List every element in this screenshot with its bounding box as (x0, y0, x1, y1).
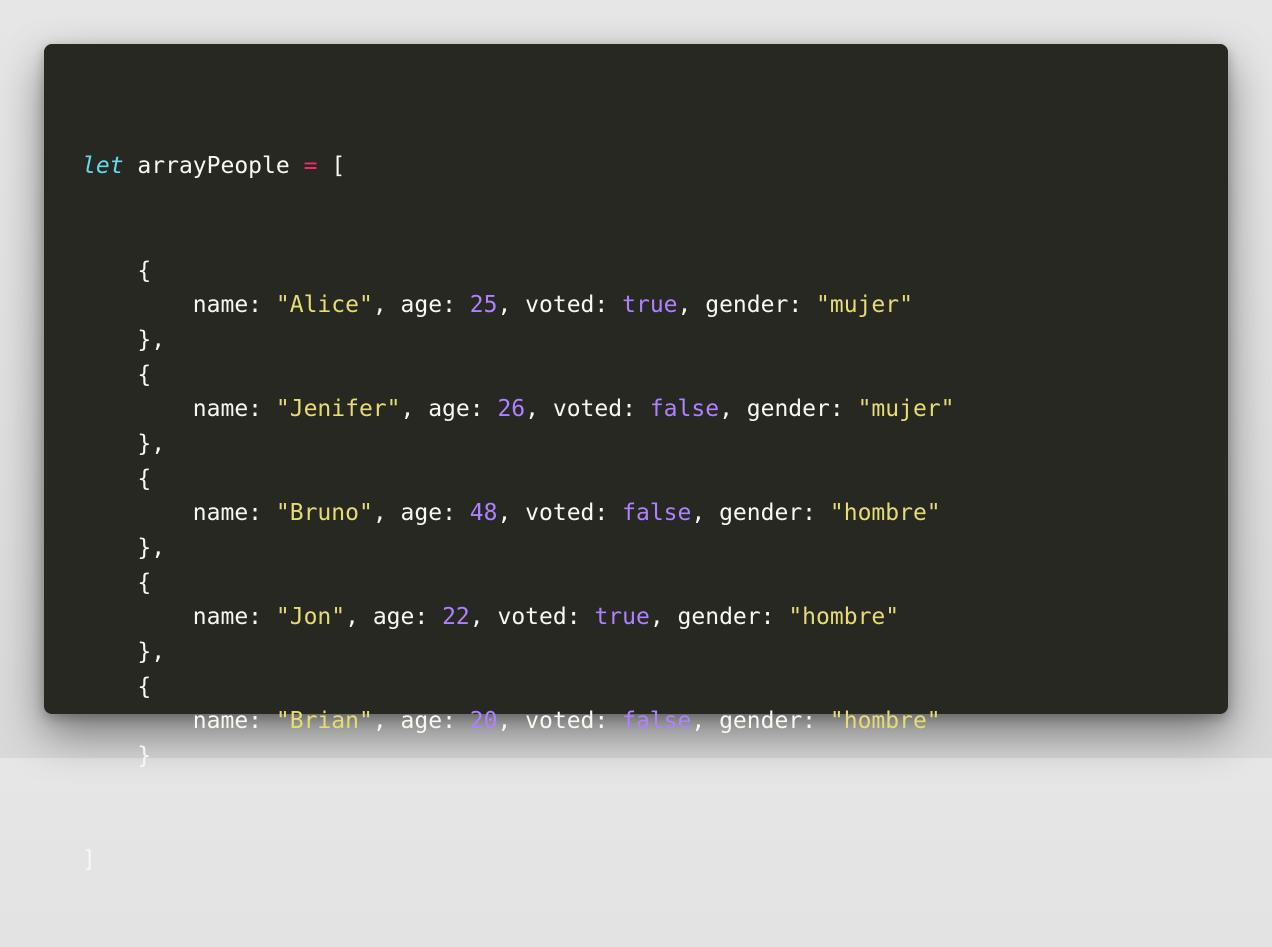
key-name: name (192, 292, 249, 319)
key-gender: gender (705, 292, 789, 319)
value-age: 48 (469, 500, 498, 527)
value-age: 22 (442, 604, 470, 631)
value-name: "Jenifer" (275, 396, 401, 423)
code-block: let arrayPeople = [ { name: "Alice", age… (82, 80, 1190, 947)
keyword-let: let (82, 153, 124, 180)
object-open-line: { (82, 566, 1190, 601)
key-age: age (428, 396, 470, 423)
value-gender: "mujer" (816, 292, 913, 319)
open-bracket: [ (331, 153, 346, 180)
object-open-line: { (82, 462, 1190, 497)
value-voted: false (622, 708, 692, 735)
close-bracket: ] (82, 847, 96, 874)
open-brace: { (137, 257, 152, 284)
code-snippet-window: let arrayPeople = [ { name: "Alice", age… (44, 44, 1228, 873)
object-close-line: }, (82, 635, 1190, 670)
value-age: 20 (469, 708, 498, 735)
close-brace: }, (137, 535, 166, 561)
people-list: { name: "Alice", age: 25, voted: true, g… (82, 254, 1190, 774)
object-close-line: }, (82, 427, 1190, 462)
object-properties-line: name: "Bruno", age: 48, voted: false, ge… (192, 500, 941, 527)
object-properties-line: name: "Jenifer", age: 26, voted: false, … (192, 396, 955, 423)
key-gender: gender (719, 708, 803, 735)
value-name: "Jon" (275, 604, 346, 631)
value-name: "Brian" (275, 708, 373, 735)
key-name: name (192, 708, 249, 735)
key-voted: voted (552, 396, 623, 423)
key-age: age (372, 604, 415, 631)
key-age: age (400, 292, 443, 319)
value-name: "Alice" (275, 292, 373, 319)
object-open-line: { (82, 670, 1190, 705)
key-voted: voted (497, 604, 567, 631)
object-properties-line: name: "Alice", age: 25, voted: true, gen… (192, 292, 913, 319)
assign-operator: = (303, 153, 318, 180)
value-age: 26 (497, 396, 526, 423)
close-brace: }, (137, 326, 166, 353)
key-voted: voted (525, 292, 595, 319)
code-line-close: ] (82, 843, 1190, 878)
value-voted: true (594, 604, 650, 631)
value-gender: "hombre" (829, 500, 941, 527)
value-gender: "mujer" (857, 396, 955, 423)
close-brace: } (137, 743, 152, 770)
key-gender: gender (677, 604, 761, 631)
value-name: "Bruno" (275, 500, 373, 527)
value-gender: "hombre" (829, 708, 941, 735)
key-name: name (192, 604, 249, 631)
open-brace: { (137, 361, 152, 388)
object-properties-line: name: "Brian", age: 20, voted: false, ge… (192, 708, 941, 735)
close-brace: }, (137, 639, 166, 666)
key-voted: voted (525, 500, 595, 527)
object-properties-line: name: "Jon", age: 22, voted: true, gende… (192, 604, 900, 631)
open-brace: { (137, 569, 152, 596)
key-age: age (400, 500, 443, 527)
code-line-declaration: let arrayPeople = [ (82, 149, 1190, 184)
open-brace: { (137, 673, 152, 700)
key-gender: gender (719, 500, 803, 527)
value-voted: false (649, 396, 720, 423)
open-brace: { (137, 465, 152, 492)
key-name: name (192, 396, 249, 423)
object-close-line: }, (82, 323, 1190, 358)
key-age: age (400, 708, 443, 735)
key-voted: voted (525, 708, 595, 735)
value-voted: false (622, 500, 692, 527)
value-voted: true (622, 292, 678, 319)
value-gender: "hombre" (788, 604, 900, 631)
object-close-line: }, (82, 531, 1190, 566)
close-brace: }, (137, 430, 166, 457)
value-age: 25 (469, 292, 498, 319)
variable-name: arrayPeople (137, 153, 290, 180)
object-open-line: { (82, 358, 1190, 393)
object-open-line: { (82, 254, 1190, 289)
key-name: name (192, 500, 249, 527)
object-close-line: } (82, 739, 1190, 774)
key-gender: gender (746, 396, 830, 423)
